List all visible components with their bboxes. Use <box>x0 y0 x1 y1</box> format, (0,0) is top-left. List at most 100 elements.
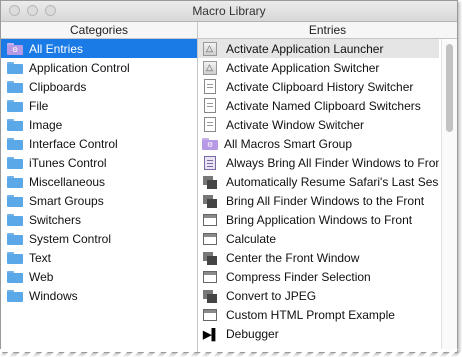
entry-item[interactable]: Bring All Finder Windows to the Front <box>198 191 439 210</box>
category-item[interactable]: Image <box>1 115 197 134</box>
entries-header[interactable]: Entries <box>198 23 457 37</box>
entry-label: Activate Named Clipboard Switchers <box>226 98 421 113</box>
stack-icon <box>202 250 218 266</box>
folder-icon <box>7 270 23 283</box>
window-icon <box>202 307 218 323</box>
entry-item[interactable]: Activate Application Launcher <box>198 39 439 58</box>
entry-item[interactable]: Activate Clipboard History Switcher <box>198 77 439 96</box>
category-item[interactable]: Switchers <box>1 210 197 229</box>
category-item[interactable]: Miscellaneous <box>1 172 197 191</box>
category-label: File <box>29 98 49 113</box>
entry-label: Automatically Resume Safari's Last Sessi… <box>226 174 439 189</box>
folder-icon <box>7 213 23 226</box>
category-label: Application Control <box>29 60 130 75</box>
folder-icon <box>7 118 23 131</box>
window-icon <box>202 269 218 285</box>
entry-label: Activate Clipboard History Switcher <box>226 79 414 94</box>
category-label: Web <box>29 269 54 284</box>
entry-label: Activate Application Launcher <box>226 41 384 56</box>
categories-header[interactable]: Categories <box>1 23 197 37</box>
category-item[interactable]: Interface Control <box>1 134 197 153</box>
category-item[interactable]: Smart Groups <box>1 191 197 210</box>
category-item[interactable]: ⚙ All Entries <box>1 39 197 58</box>
window-title: Macro Library <box>192 4 266 18</box>
entry-item[interactable]: Automatically Resume Safari's Last Sessi… <box>198 172 439 191</box>
torn-edge <box>0 349 462 357</box>
category-label: Miscellaneous <box>29 174 106 189</box>
folder-icon <box>7 156 23 169</box>
document-icon <box>202 78 218 95</box>
entry-item[interactable]: Activate Application Switcher <box>198 58 439 77</box>
title-bar[interactable]: Macro Library <box>1 1 457 22</box>
entry-label: Bring All Finder Windows to the Front <box>226 193 425 208</box>
entry-item[interactable]: Convert to JPEG <box>198 286 439 305</box>
stack-icon <box>202 288 218 304</box>
entry-label: Compress Finder Selection <box>226 269 371 284</box>
entry-item[interactable]: Activate Window Switcher <box>198 115 439 134</box>
category-item[interactable]: System Control <box>1 229 197 248</box>
entry-label: Custom HTML Prompt Example <box>226 307 395 322</box>
category-item[interactable]: iTunes Control <box>1 153 197 172</box>
entry-item[interactable]: Compress Finder Selection <box>198 267 439 286</box>
category-label: Switchers <box>29 212 82 227</box>
category-label: System Control <box>29 231 112 246</box>
entry-item[interactable]: Custom HTML Prompt Example <box>198 305 439 324</box>
macro-library-window: Macro Library Categories Entries ⚙ All En… <box>0 0 458 353</box>
category-item[interactable]: Application Control <box>1 58 197 77</box>
stack-icon <box>202 193 218 209</box>
document-icon <box>202 97 218 114</box>
entry-label: Always Bring All Finder Windows to Front <box>226 155 439 170</box>
list-icon <box>202 155 218 171</box>
entry-item[interactable]: Bring Application Windows to Front <box>198 210 439 229</box>
smart-folder-icon: ⚙ <box>202 137 218 150</box>
folder-icon <box>7 194 23 207</box>
category-item[interactable]: Clipboards <box>1 77 197 96</box>
category-label: Clipboards <box>29 79 87 94</box>
entry-label: Calculate <box>226 231 277 246</box>
folder-icon <box>7 289 23 302</box>
folder-icon <box>7 99 23 112</box>
category-label: All Entries <box>29 41 84 56</box>
entry-label: Debugger <box>226 326 279 341</box>
app-icon <box>202 60 218 76</box>
entry-item[interactable]: Activate Named Clipboard Switchers <box>198 96 439 115</box>
entry-label: Bring Application Windows to Front <box>226 212 413 227</box>
smart-folder-icon: ⚙ <box>7 42 23 55</box>
categories-list: ⚙ All Entries Application Control Clipboard… <box>1 39 197 305</box>
entry-label: Convert to JPEG <box>226 288 317 303</box>
category-label: Windows <box>29 288 78 303</box>
folder-icon <box>7 232 23 245</box>
entry-label: Center the Front Window <box>226 250 360 265</box>
folder-icon <box>7 61 23 74</box>
app-icon <box>202 41 218 57</box>
folder-icon <box>7 175 23 188</box>
category-label: Image <box>29 117 63 132</box>
folder-icon <box>7 80 23 93</box>
entries-scrollbar[interactable] <box>441 39 457 352</box>
entry-item[interactable]: ▶▌ Debugger <box>198 324 439 343</box>
column-headers: Categories Entries <box>1 22 457 39</box>
category-item[interactable]: Web <box>1 267 197 286</box>
entry-item[interactable]: Center the Front Window <box>198 248 439 267</box>
document-icon <box>202 116 218 133</box>
entry-label: Activate Application Switcher <box>226 60 380 75</box>
play-icon: ▶▌ <box>203 328 220 341</box>
category-label: Smart Groups <box>29 193 104 208</box>
scrollbar-thumb[interactable] <box>446 44 453 132</box>
entry-item[interactable]: Calculate <box>198 229 439 248</box>
entry-label: Activate Window Switcher <box>226 117 365 132</box>
stack-icon <box>202 174 218 190</box>
category-label: Interface Control <box>29 136 118 151</box>
entry-label: All Macros Smart Group <box>224 136 353 151</box>
folder-icon <box>7 137 23 150</box>
category-item[interactable]: Text <box>1 248 197 267</box>
entry-item[interactable]: Always Bring All Finder Windows to Front <box>198 153 439 172</box>
entries-list: Activate Application Launcher Activate Ap… <box>198 39 439 343</box>
entry-item[interactable]: ⚙ All Macros Smart Group <box>198 134 439 153</box>
category-label: Text <box>29 250 52 265</box>
category-item[interactable]: Windows <box>1 286 197 305</box>
category-label: iTunes Control <box>29 155 107 170</box>
window-icon <box>202 231 218 247</box>
category-item[interactable]: File <box>1 96 197 115</box>
folder-icon <box>7 251 23 264</box>
